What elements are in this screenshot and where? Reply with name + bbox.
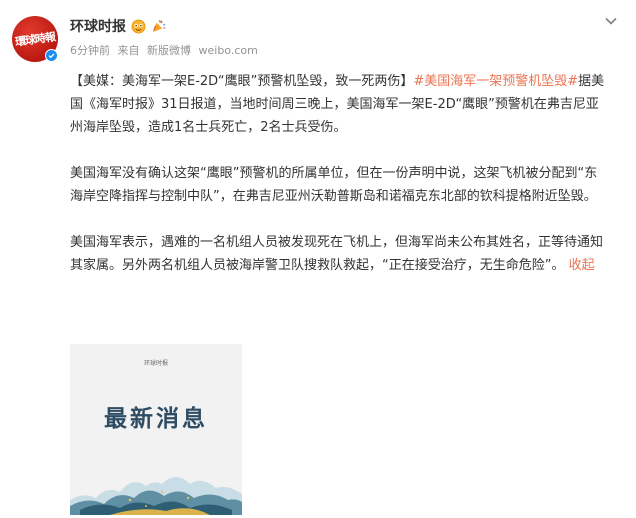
author-name[interactable]: 环球时报 (70, 16, 126, 36)
paragraph-text: 美国海军表示，遇难的一名机组人员被发现死在飞机上，但海军尚未公布其姓名，正等待通… (70, 235, 604, 273)
thumbnail-title: 最新消息 (104, 405, 208, 432)
mountain-illustration (70, 477, 242, 515)
author-row: 环球时报 (70, 15, 166, 37)
weibo-post-card: 環球時報 环球时报 6分钟前 来自 新版微博 weibo.com 【美媒：美海军… (0, 0, 636, 518)
post-source-prefix: 来自 (117, 44, 140, 57)
post-image-thumbnail[interactable]: 环球时报 最新消息 (70, 344, 242, 515)
thumbnail-masthead: 环球时报 (144, 360, 169, 367)
collapse-link[interactable]: 收起 (569, 258, 595, 273)
post-meta: 6分钟前 来自 新版微博 weibo.com (70, 42, 262, 58)
gold-face-emoji-icon (131, 19, 146, 34)
chevron-down-icon[interactable] (604, 16, 618, 26)
headline: 【美媒：美海军一架E-2D“鹰眼”预警机坠毁，致一死两伤】 (70, 74, 414, 89)
post-time[interactable]: 6分钟前 (70, 44, 110, 57)
post-source[interactable]: 新版微博 (147, 44, 191, 57)
post-paragraph: 美国海军没有确认这架“鹰眼”预警机的所属单位，但在一份声明中说，这架飞机被分配到… (70, 162, 610, 208)
paragraph-text: 美国海军没有确认这架“鹰眼”预警机的所属单位，但在一份声明中说，这架飞机被分配到… (70, 166, 598, 204)
verified-icon (45, 49, 58, 62)
party-popper-icon (151, 19, 166, 34)
post-site: weibo.com (198, 44, 258, 57)
post-paragraph: 【美媒：美海军一架E-2D“鹰眼”预警机坠毁，致一死两伤】#美国海军一架预警机坠… (70, 70, 610, 139)
post-content: 【美媒：美海军一架E-2D“鹰眼”预警机坠毁，致一死两伤】#美国海军一架预警机坠… (70, 70, 610, 277)
post-paragraph: 美国海军表示，遇难的一名机组人员被发现死在飞机上，但海军尚未公布其姓名，正等待通… (70, 231, 610, 277)
avatar-logo-text: 環球時報 (14, 30, 56, 49)
topic-link[interactable]: #美国海军一架预警机坠毁# (413, 74, 578, 89)
